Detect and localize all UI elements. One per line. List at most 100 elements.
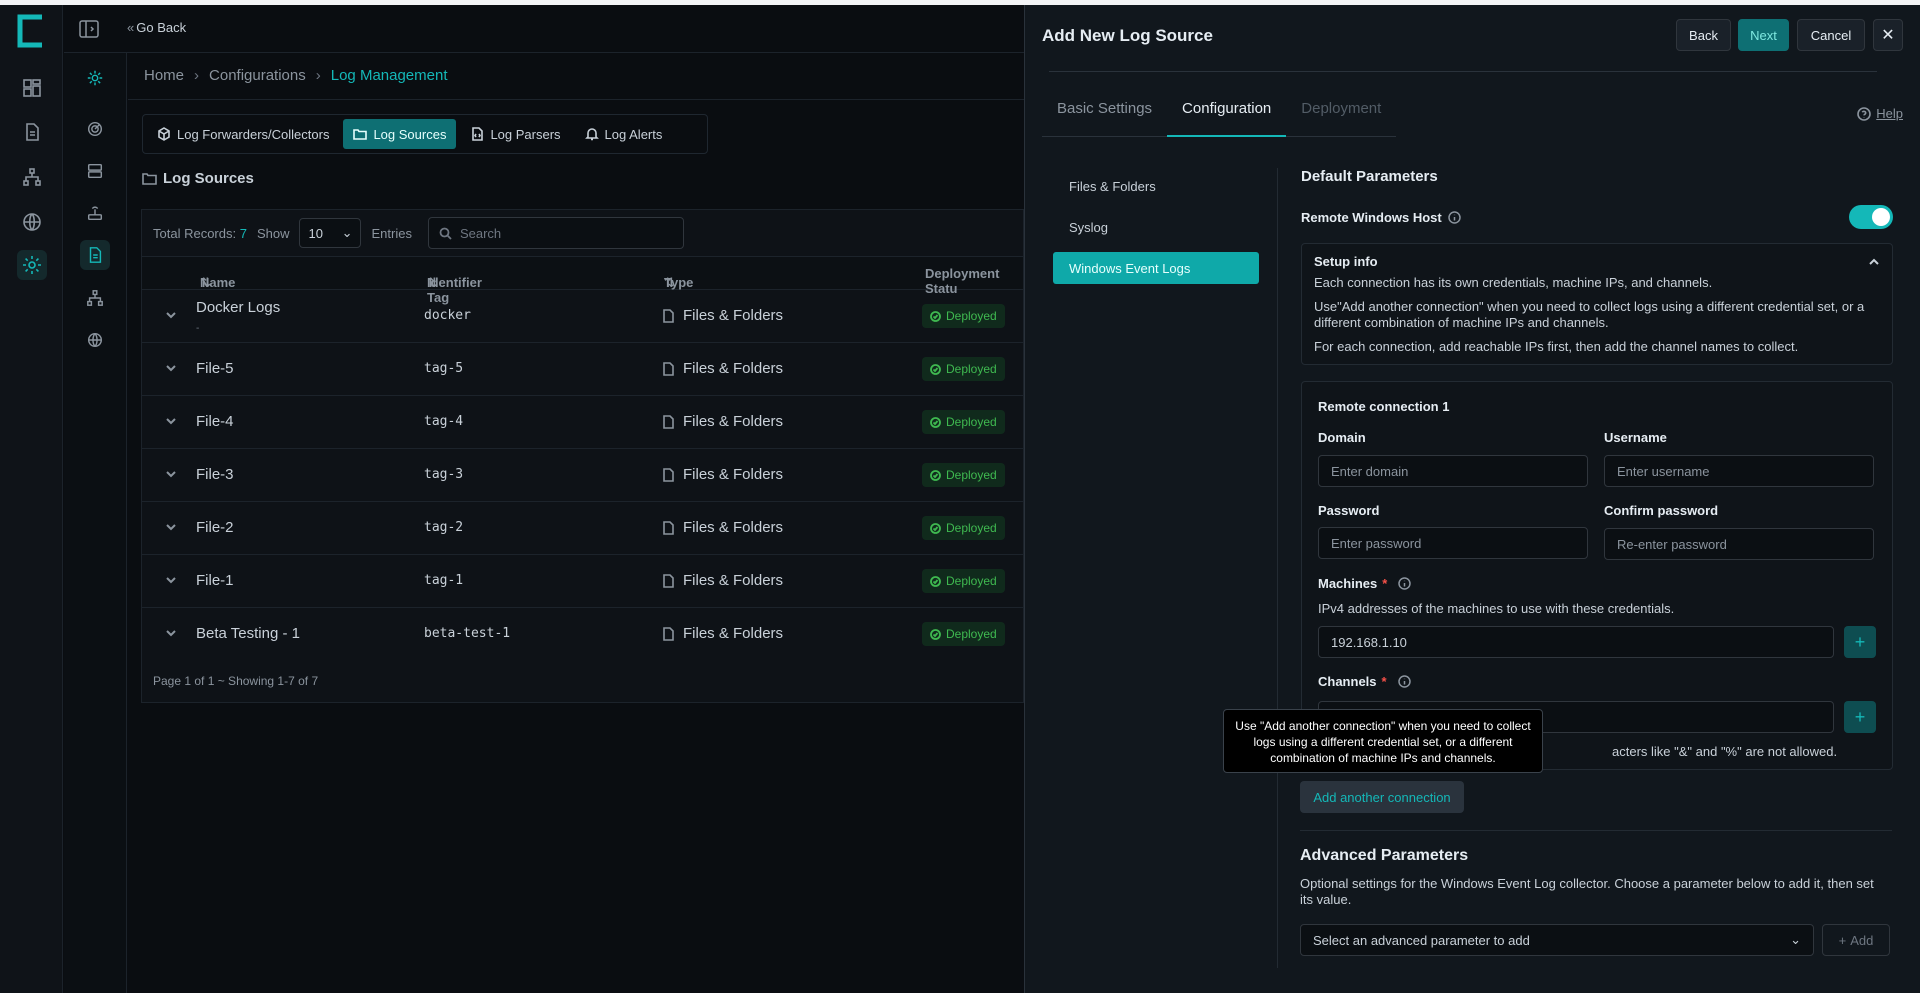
subnav-windows-event-logs[interactable]: Windows Event Logs [1053, 252, 1259, 284]
add-channel-button[interactable]: + [1844, 701, 1876, 733]
table-row[interactable]: File-3 tag-3 Files & Folders Deployed [142, 449, 1023, 502]
entries-label: Entries [371, 225, 412, 241]
radar-icon[interactable] [80, 114, 110, 144]
package-icon [158, 127, 170, 141]
table-row[interactable]: File-2 tag-2 Files & Folders Deployed [142, 502, 1023, 555]
search-input[interactable]: Search [427, 217, 684, 249]
subnav-files-folders[interactable]: Files & Folders [1053, 170, 1259, 202]
add-another-connection-button[interactable]: Add another connection [1300, 781, 1464, 813]
add-machine-button[interactable]: + [1844, 626, 1876, 658]
settings-icon[interactable] [17, 250, 47, 280]
table-toolbar: Total Records: 7 Show 10 ⌄ Entries Searc… [142, 210, 1023, 257]
divider [1049, 71, 1877, 72]
table-row[interactable]: File-4 tag-4 Files & Folders Deployed [142, 396, 1023, 449]
tab-log-sources[interactable]: Log Sources [343, 119, 457, 149]
advanced-parameter-select[interactable]: Select an advanced parameter to add ⌄ [1300, 924, 1814, 956]
top-header: «Go Back [64, 5, 1024, 53]
machines-input[interactable]: 192.168.1.10 [1318, 626, 1834, 658]
chevron-up-icon[interactable] [1868, 256, 1880, 268]
table-row[interactable]: Beta Testing - 1 beta-test-1 Files & Fol… [142, 608, 1023, 661]
drawer-tabs: Basic Settings Configuration Deployment [1042, 100, 1397, 137]
folder-search-icon [142, 173, 157, 185]
back-button[interactable]: Back [1676, 19, 1731, 51]
chevron-down-icon[interactable] [164, 573, 178, 587]
chevron-right-icon: › [194, 67, 200, 84]
chevron-down-icon[interactable] [164, 520, 178, 534]
add-parameter-button[interactable]: + Add [1822, 924, 1890, 956]
cancel-button[interactable]: Cancel [1797, 19, 1865, 51]
page-size-select[interactable]: 10 ⌄ [299, 218, 362, 248]
close-icon[interactable]: ✕ [1873, 19, 1903, 51]
machines-label: Machines * [1318, 576, 1412, 591]
sort-icon: ⇅ [427, 275, 438, 290]
check-circle-icon [930, 416, 941, 428]
gear-icon[interactable] [80, 63, 110, 93]
tab-log-alerts[interactable]: Log Alerts [575, 119, 673, 149]
sidebar-toggle-icon[interactable] [78, 18, 100, 40]
globe-icon[interactable] [17, 207, 47, 237]
network-icon[interactable] [17, 162, 47, 192]
chevron-down-icon[interactable] [164, 308, 178, 322]
tab-configuration[interactable]: Configuration [1167, 100, 1287, 137]
breadcrumb-configurations[interactable]: Configurations [209, 67, 306, 84]
required-asterisk: * [1381, 674, 1387, 689]
remote-windows-host-toggle[interactable] [1849, 205, 1893, 229]
tab-log-forwarders[interactable]: Log Forwarders/Collectors [147, 119, 339, 149]
hierarchy-icon[interactable] [80, 283, 110, 313]
chevron-down-icon[interactable] [164, 414, 178, 428]
logs-document-icon[interactable] [80, 240, 110, 270]
log-sources-table: Total Records: 7 Show 10 ⌄ Entries Searc… [141, 209, 1024, 703]
app-logo-icon[interactable] [14, 13, 46, 49]
tab-basic-settings[interactable]: Basic Settings [1042, 100, 1168, 137]
tab-log-parsers[interactable]: Log Parsers [460, 119, 570, 149]
chevron-down-icon[interactable] [164, 626, 178, 640]
help-link[interactable]: Help [1857, 106, 1903, 121]
status-badge: Deployed [922, 304, 1005, 328]
bell-icon [584, 128, 599, 141]
check-circle-icon [930, 469, 941, 481]
machines-hint: IPv4 addresses of the machines to use wi… [1318, 601, 1675, 616]
document-icon[interactable] [17, 117, 47, 147]
tab-deployment[interactable]: Deployment [1286, 100, 1397, 137]
search-icon [439, 227, 452, 240]
add-connection-tooltip: Use "Add another connection" when you ne… [1223, 709, 1543, 773]
drawer-title: Add New Log Source [1042, 26, 1213, 45]
info-icon[interactable] [1398, 577, 1412, 590]
file-icon [663, 361, 674, 376]
password-input[interactable]: Enter password [1318, 527, 1588, 559]
dashboard-icon[interactable] [17, 73, 47, 103]
username-label: Username [1604, 430, 1667, 445]
setup-info-text: Each connection has its own credentials,… [1314, 275, 1713, 290]
table-row[interactable]: File-1 tag-1 Files & Folders Deployed [142, 555, 1023, 608]
file-icon [663, 520, 674, 535]
confirm-password-label: Confirm password [1604, 503, 1719, 518]
primary-sidebar [0, 5, 63, 993]
info-icon[interactable] [1447, 211, 1461, 224]
breadcrumb-home[interactable]: Home [144, 67, 184, 84]
status-badge: Deployed [922, 410, 1005, 434]
table-row[interactable]: Docker Logs - docker Files & Folders Dep… [142, 290, 1023, 343]
check-circle-icon [930, 522, 941, 534]
divider [1300, 830, 1892, 831]
file-code-icon [472, 127, 484, 141]
add-log-source-drawer: Add New Log Source Back Next Cancel ✕ Ba… [1024, 5, 1920, 993]
configuration-content: Default Parameters Remote Windows Host S… [1301, 168, 1893, 770]
username-input[interactable]: Enter username [1604, 455, 1874, 487]
breadcrumb-current: Log Management [330, 67, 448, 84]
remote-windows-host-label: Remote Windows Host [1301, 210, 1461, 225]
globe-icon[interactable] [80, 325, 110, 355]
show-label: Show [256, 225, 290, 241]
divider [1277, 168, 1278, 968]
next-button[interactable]: Next [1738, 19, 1789, 51]
info-icon[interactable] [1397, 675, 1411, 688]
domain-input[interactable]: Enter domain [1318, 455, 1588, 487]
confirm-password-input[interactable]: Re-enter password [1604, 528, 1874, 560]
router-icon[interactable] [80, 198, 110, 228]
subnav-syslog[interactable]: Syslog [1053, 211, 1259, 243]
chevron-down-icon[interactable] [164, 467, 178, 481]
go-back-link[interactable]: «Go Back [127, 20, 186, 35]
table-row[interactable]: File-5 tag-5 Files & Folders Deployed [142, 343, 1023, 396]
server-icon[interactable] [80, 156, 110, 186]
chevron-down-icon[interactable] [164, 361, 178, 375]
page-tabs: Log Forwarders/Collectors Log Sources Lo… [142, 114, 708, 154]
